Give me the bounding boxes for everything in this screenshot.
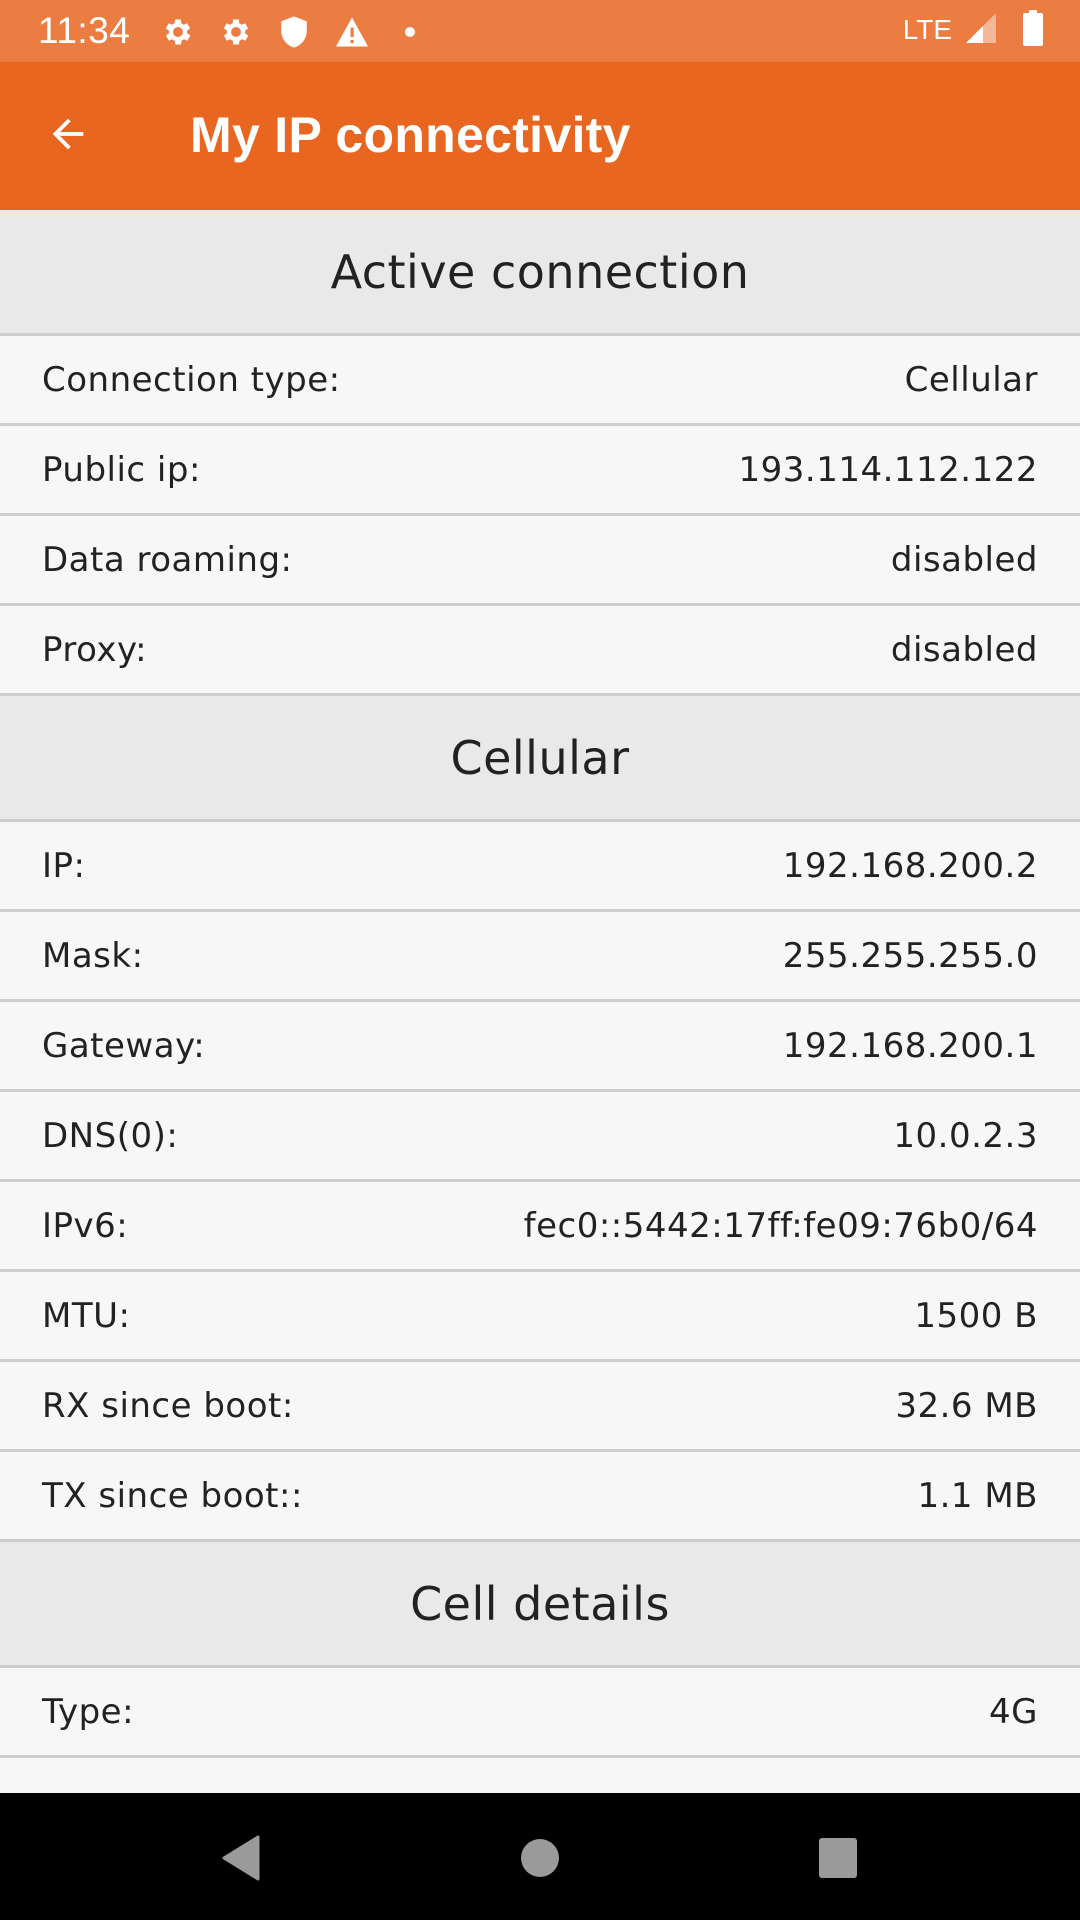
row-value: 255.255.255.0 — [782, 935, 1038, 976]
connectivity-list[interactable]: Active connection Connection type: Cellu… — [0, 210, 1080, 1793]
row-value: Cellular — [904, 359, 1038, 400]
section-header: Cellular — [0, 696, 1080, 822]
info-row: Public ip: 193.114.112.122 — [0, 426, 1080, 516]
status-bar: 11:34 LTE — [0, 0, 1080, 62]
status-right-group: LTE — [903, 10, 1044, 50]
row-label: RX since boot: — [42, 1385, 294, 1426]
section-header: Cell details — [0, 1542, 1080, 1668]
row-label: IP: — [42, 845, 86, 886]
row-label: Gateway: — [42, 1025, 206, 1066]
signal-icon — [964, 11, 998, 49]
page-title: My IP connectivity — [190, 107, 631, 163]
warning-icon — [334, 14, 370, 50]
nav-recents-button[interactable] — [803, 1825, 873, 1895]
row-value: 1500 B — [914, 1295, 1038, 1336]
settings-gear-icon — [160, 14, 196, 50]
nav-back-button[interactable] — [205, 1825, 275, 1895]
nav-home-button[interactable] — [505, 1825, 575, 1895]
app-bar: My IP connectivity — [0, 62, 1080, 210]
info-row: RX since boot: 32.6 MB — [0, 1362, 1080, 1452]
row-label: MTU: — [42, 1295, 131, 1336]
row-value: 4G — [989, 1691, 1038, 1732]
section-cell-details: Cell details Type: 4G — [0, 1542, 1080, 1793]
info-row: Connection type: Cellular — [0, 336, 1080, 426]
row-value: 10.0.2.3 — [893, 1115, 1038, 1156]
shield-icon — [276, 14, 312, 50]
row-label: Public ip: — [42, 449, 201, 490]
info-row-partial — [0, 1758, 1080, 1793]
row-label: Data roaming: — [42, 539, 293, 580]
settings-gear-icon — [218, 14, 254, 50]
section-active-connection: Active connection Connection type: Cellu… — [0, 210, 1080, 696]
back-button[interactable] — [40, 108, 96, 164]
row-value: 32.6 MB — [895, 1385, 1038, 1426]
row-label: Connection type: — [42, 359, 341, 400]
back-triangle-icon — [220, 1835, 260, 1885]
row-label: DNS(0): — [42, 1115, 179, 1156]
info-row: TX since boot:: 1.1 MB — [0, 1452, 1080, 1542]
row-value: disabled — [890, 629, 1038, 670]
info-row: MTU: 1500 B — [0, 1272, 1080, 1362]
row-value: fec0::5442:17ff:fe09:76b0/64 — [523, 1205, 1038, 1246]
row-value: 193.114.112.122 — [738, 449, 1038, 490]
row-label: Mask: — [42, 935, 144, 976]
row-label: TX since boot:: — [42, 1475, 303, 1516]
info-row: Gateway: 192.168.200.1 — [0, 1002, 1080, 1092]
info-row: DNS(0): 10.0.2.3 — [0, 1092, 1080, 1182]
notification-dot-icon — [392, 14, 428, 50]
recents-square-icon — [818, 1837, 858, 1883]
row-value: 1.1 MB — [917, 1475, 1038, 1516]
battery-icon — [1022, 10, 1044, 50]
row-value: disabled — [890, 539, 1038, 580]
row-label: Type: — [42, 1691, 135, 1732]
row-label: Proxy: — [42, 629, 148, 670]
section-header: Active connection — [0, 210, 1080, 336]
info-row: Data roaming: disabled — [0, 516, 1080, 606]
network-type-label: LTE — [902, 14, 952, 45]
info-row: IPv6: fec0::5442:17ff:fe09:76b0/64 — [0, 1182, 1080, 1272]
row-value: 192.168.200.1 — [782, 1025, 1038, 1066]
home-circle-icon — [520, 1838, 560, 1882]
info-row: Proxy: disabled — [0, 606, 1080, 696]
status-time: 11:34 — [38, 10, 131, 51]
arrow-back-icon — [45, 111, 91, 161]
section-cellular: Cellular IP: 192.168.200.2 Mask: 255.255… — [0, 696, 1080, 1542]
row-value: 192.168.200.2 — [782, 845, 1038, 886]
info-row: IP: 192.168.200.2 — [0, 822, 1080, 912]
info-row: Mask: 255.255.255.0 — [0, 912, 1080, 1002]
info-row: Type: 4G — [0, 1668, 1080, 1758]
system-nav-bar — [0, 1793, 1080, 1920]
row-label: IPv6: — [42, 1205, 129, 1246]
